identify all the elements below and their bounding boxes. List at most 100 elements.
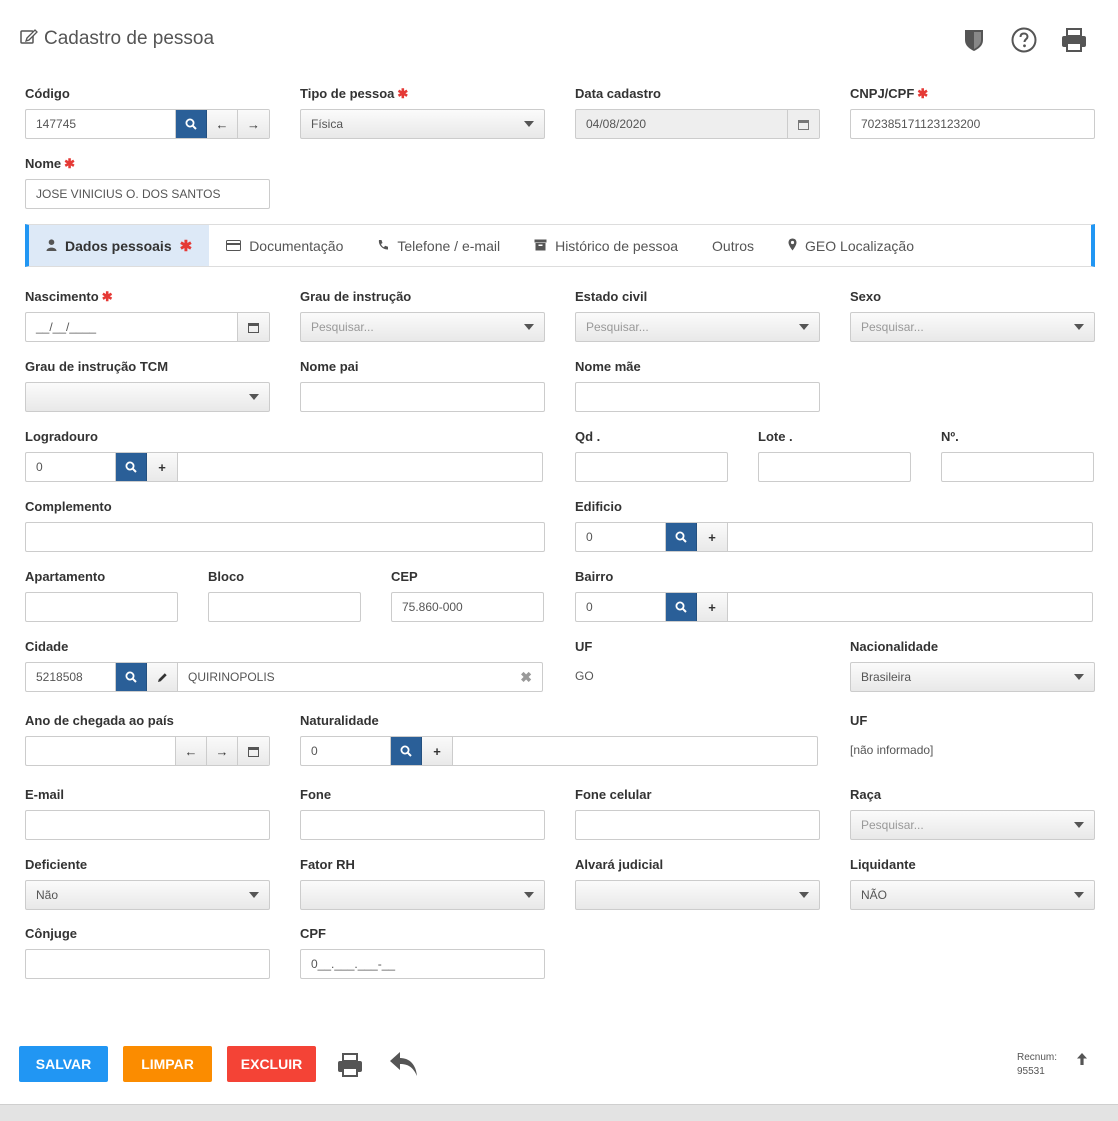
nome-mae-label: Nome mãe [575,359,641,374]
qd-input[interactable] [575,452,728,482]
tab-label: Outros [712,237,755,254]
delete-button[interactable]: EXCLUIR [227,1046,316,1082]
naturalidade-label: Naturalidade [300,713,379,728]
naturalidade-name-input[interactable] [453,737,817,765]
nome-input[interactable]: JOSE VINICIUS O. DOS SANTOS [25,179,270,209]
help-icon[interactable] [1010,26,1038,54]
grau-instrucao-tcm-select[interactable] [25,382,270,412]
alvara-select[interactable] [575,880,820,910]
cpf-input[interactable]: 0__.___.___-__ [300,949,545,979]
cidade-code-input[interactable]: 5218508 [26,663,116,691]
recnum-value: 95531 [1017,1066,1045,1077]
plus-icon[interactable]: + [697,523,728,551]
tipo-pessoa-label: Tipo de pessoa ✱ [300,86,409,101]
raca-select[interactable]: Pesquisar... [850,810,1095,840]
lote-input[interactable] [758,452,911,482]
codigo-input[interactable]: 147745 [26,110,176,138]
cep-input[interactable]: 75.860-000 [391,592,544,622]
chevron-down-icon [1074,822,1084,828]
calendar-icon[interactable] [788,110,819,138]
grau-instrucao-select[interactable]: Pesquisar... [300,312,545,342]
tab-outros[interactable]: Outros [695,225,771,266]
search-icon[interactable] [116,663,147,691]
chevron-down-icon [799,324,809,330]
nome-mae-input[interactable] [575,382,820,412]
arrow-right-icon[interactable]: → [238,110,269,138]
logradouro-code-input[interactable]: 0 [26,453,116,481]
undo-icon[interactable] [388,1050,420,1083]
archive-icon [534,238,547,254]
fone-label: Fone [300,787,332,802]
plus-icon[interactable]: + [422,737,453,765]
nascimento-input[interactable]: __/__/____ [26,313,238,341]
fone-celular-label: Fone celular [575,787,652,802]
search-icon[interactable] [391,737,422,765]
ano-chegada-input[interactable] [26,737,176,765]
edificio-name-input[interactable] [728,523,1092,551]
naturalidade-code-input[interactable]: 0 [301,737,391,765]
select-placeholder: Pesquisar... [861,320,924,334]
nome-pai-label: Nome pai [300,359,359,374]
complemento-input[interactable] [25,522,545,552]
fator-rh-select[interactable] [300,880,545,910]
shield-icon[interactable] [960,26,988,54]
alvara-label: Alvará judicial [575,857,664,872]
nome-pai-input[interactable] [300,382,545,412]
edificio-label: Edificio [575,499,622,514]
nome-label: Nome ✱ [25,156,76,171]
bairro-code-input[interactable]: 0 [576,593,666,621]
calendar-icon[interactable] [238,737,269,765]
bairro-name-input[interactable] [728,593,1092,621]
search-icon[interactable] [666,593,697,621]
tab-historico-pessoa[interactable]: Histórico de pessoa [517,225,695,266]
recnum-label: Recnum: [1017,1052,1058,1063]
bloco-input[interactable] [208,592,361,622]
conjuge-label: Cônjuge [25,926,77,941]
tab-geo-localizacao[interactable]: GEO Localização [771,225,931,266]
clear-button[interactable]: LIMPAR [123,1046,212,1082]
pencil-icon[interactable] [147,663,178,691]
search-icon[interactable] [116,453,147,481]
codigo-label: Código [25,86,70,101]
print-icon[interactable] [1060,26,1088,54]
arrow-left-icon[interactable]: ← [207,110,238,138]
cep-label: CEP [391,569,418,584]
sexo-select[interactable]: Pesquisar... [850,312,1095,342]
arrow-left-icon[interactable]: ← [176,737,207,765]
calendar-icon[interactable] [238,313,269,341]
plus-icon[interactable]: + [147,453,178,481]
fone-celular-input[interactable] [575,810,820,840]
fone-input[interactable] [300,810,545,840]
arrow-up-icon[interactable] [1075,1052,1089,1071]
data-cadastro-input: 04/08/2020 [576,110,788,138]
email-input[interactable] [25,810,270,840]
apartamento-input[interactable] [25,592,178,622]
arrow-right-icon[interactable]: → [207,737,238,765]
tab-label: GEO Localização [805,237,914,254]
search-icon[interactable] [176,110,207,138]
tab-documentacao[interactable]: Documentação [209,225,360,266]
numero-input[interactable] [941,452,1094,482]
cidade-name-input[interactable]: QUIRINOPOLIS ✖ [178,663,542,691]
deficiente-select[interactable]: Não [25,880,270,910]
estado-civil-select[interactable]: Pesquisar... [575,312,820,342]
map-marker-icon [788,238,797,254]
plus-icon[interactable]: + [697,593,728,621]
nacionalidade-select[interactable]: Brasileira [850,662,1095,692]
liquidante-select[interactable]: NÃO [850,880,1095,910]
tipo-pessoa-select[interactable]: Física [300,109,545,139]
logradouro-group: 0 + [25,452,543,482]
print-icon[interactable] [336,1052,364,1083]
search-icon[interactable] [666,523,697,551]
tab-telefone-email[interactable]: Telefone / e-mail [360,225,517,266]
uf2-label: UF [850,713,868,728]
tab-dados-pessoais[interactable]: Dados pessoais ✱ [29,225,210,266]
clear-icon[interactable]: ✖ [520,669,532,686]
logradouro-name-input[interactable] [178,453,542,481]
conjuge-input[interactable] [25,949,270,979]
edificio-code-input[interactable]: 0 [576,523,666,551]
cnpj-cpf-input[interactable]: 702385171123123200 [850,109,1095,139]
email-label: E-mail [25,787,65,802]
save-button[interactable]: SALVAR [19,1046,108,1082]
chevron-down-icon [1074,892,1084,898]
